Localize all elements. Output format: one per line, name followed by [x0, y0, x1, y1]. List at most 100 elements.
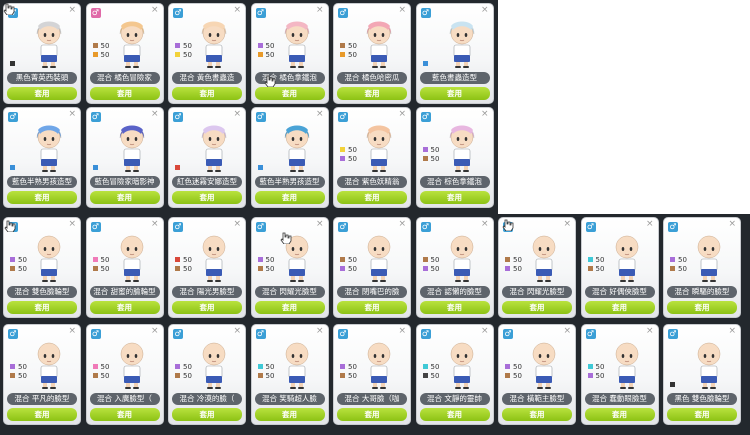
item-card[interactable]: ♂ × 50 50 混合 棕色拿鐵泡 套用: [415, 107, 494, 208]
item-card[interactable]: ♂ × 50 50 混合 黃色書蟲造 套用: [168, 3, 246, 104]
item-card[interactable]: ♂ × 藍色半熟男孩造型 套用: [250, 107, 329, 208]
close-icon[interactable]: ×: [316, 5, 324, 15]
close-icon[interactable]: ×: [728, 219, 736, 229]
apply-button[interactable]: 套用: [419, 408, 490, 421]
close-icon[interactable]: ×: [563, 219, 571, 229]
close-icon[interactable]: ×: [398, 109, 406, 119]
item-card[interactable]: ♂ × 50 50 混合 瞬驅的臉型 套用: [663, 217, 741, 318]
apply-button[interactable]: 套用: [254, 408, 325, 421]
apply-button[interactable]: 套用: [502, 301, 572, 314]
close-icon[interactable]: ×: [316, 326, 324, 336]
apply-button[interactable]: 套用: [584, 408, 655, 421]
close-icon[interactable]: ×: [151, 326, 159, 336]
close-icon[interactable]: ×: [728, 326, 736, 336]
avatar: [36, 21, 62, 68]
item-card[interactable]: ♂ × 黑色 雙色臉輪型 套用: [663, 324, 741, 425]
close-icon[interactable]: ×: [563, 326, 571, 336]
close-icon[interactable]: ×: [233, 219, 241, 229]
item-card[interactable]: ♂ × 50 50 混合 入廣臉型（ 套用: [85, 324, 164, 425]
apply-button[interactable]: 套用: [7, 191, 77, 204]
close-icon[interactable]: ×: [481, 326, 489, 336]
close-icon[interactable]: ×: [68, 109, 76, 119]
close-icon[interactable]: ×: [68, 5, 76, 15]
apply-button[interactable]: 套用: [667, 408, 737, 421]
item-card[interactable]: ♂ × 藍色冒險家暗影神 套用: [85, 107, 164, 208]
close-icon[interactable]: ×: [68, 219, 76, 229]
close-icon[interactable]: ×: [646, 326, 654, 336]
close-icon[interactable]: ×: [233, 326, 241, 336]
apply-button[interactable]: 套用: [337, 301, 407, 314]
item-card[interactable]: ♂ × 50 50 混合 好偶俠臉型 套用: [580, 217, 659, 318]
item-card[interactable]: ♂ × 50 50 混合 笑騎超人臉 套用: [250, 324, 329, 425]
item-card[interactable]: ♂ × 50 50 混合 紫色妖精翁 套用: [333, 107, 411, 208]
item-card[interactable]: ♂×5050混合 閃耀光臉型套用: [498, 217, 576, 318]
shoe: [215, 280, 221, 282]
apply-button[interactable]: 套用: [254, 191, 325, 204]
apply-button[interactable]: 套用: [89, 408, 160, 421]
apply-button[interactable]: 套用: [419, 301, 490, 314]
apply-button[interactable]: 套用: [254, 87, 325, 100]
item-card[interactable]: ♂ × 50 50 混合 橫範主臉型 套用: [498, 324, 576, 425]
apply-button[interactable]: 套用: [337, 408, 407, 421]
item-card[interactable]: ♂ × 50 50 混合 大哥臉（咖 套用: [333, 324, 411, 425]
apply-button[interactable]: 套用: [502, 408, 572, 421]
gender-icon: ♂: [255, 329, 266, 339]
apply-button[interactable]: 套用: [89, 87, 160, 100]
apply-button[interactable]: 套用: [254, 301, 325, 314]
close-icon[interactable]: ×: [398, 326, 406, 336]
apply-button[interactable]: 套用: [337, 191, 407, 204]
item-card[interactable]: ♂ × 藍色半熟男孩造型 套用: [3, 107, 81, 208]
apply-button[interactable]: 套用: [7, 408, 77, 421]
close-icon[interactable]: ×: [316, 219, 324, 229]
swatch-color: [257, 373, 263, 378]
apply-button[interactable]: 套用: [89, 301, 160, 314]
swatch-value: 50: [348, 372, 357, 380]
apply-button[interactable]: 套用: [584, 301, 655, 314]
close-icon[interactable]: ×: [151, 109, 159, 119]
shoe: [42, 280, 48, 282]
item-card[interactable]: ♂ × 50 50 混合 認懶的臉型 套用: [415, 217, 494, 318]
item-card[interactable]: ♂ × 50 50 混合 橘色冒險家 套用: [85, 3, 164, 104]
apply-button[interactable]: 套用: [419, 87, 490, 100]
close-icon[interactable]: ×: [481, 219, 489, 229]
close-icon[interactable]: ×: [481, 109, 489, 119]
item-card[interactable]: ♂ × 50 50 混合 蠢動眼臉型 套用: [580, 324, 659, 425]
close-icon[interactable]: ×: [151, 5, 159, 15]
swatch-value: 50: [595, 256, 605, 264]
close-icon[interactable]: ×: [68, 326, 76, 336]
apply-button[interactable]: 套用: [7, 301, 77, 314]
close-icon[interactable]: ×: [481, 5, 489, 15]
swatch: 50: [340, 363, 357, 372]
apply-button[interactable]: 套用: [667, 301, 737, 314]
shoe: [627, 280, 634, 282]
close-icon[interactable]: ×: [316, 109, 324, 119]
item-card[interactable]: ♂×5050混合 雙色臉輪型套用: [3, 217, 81, 318]
swatch: 50: [92, 265, 109, 274]
apply-button[interactable]: 套用: [89, 191, 160, 204]
item-card[interactable]: ♂ × 50 50 混合 文靜的靈帥 套用: [415, 324, 494, 425]
item-card[interactable]: ♂ × 紅色迷霧安娜造型 套用: [168, 107, 246, 208]
close-icon[interactable]: ×: [233, 5, 241, 15]
swatch-color: [257, 165, 263, 170]
apply-button[interactable]: 套用: [172, 191, 242, 204]
item-card[interactable]: ♂ × 50 50 混合 橘色哈密瓜 套用: [333, 3, 411, 104]
apply-button[interactable]: 套用: [7, 87, 77, 100]
apply-button[interactable]: 套用: [337, 87, 407, 100]
apply-button[interactable]: 套用: [419, 191, 490, 204]
close-icon[interactable]: ×: [398, 5, 406, 15]
item-card[interactable]: ♂ × 50 50 混合 甜蜜的臉輪型 套用: [85, 217, 164, 318]
close-icon[interactable]: ×: [398, 219, 406, 229]
item-card[interactable]: ♂×黑色菁英西裝頭套用: [3, 3, 81, 104]
item-card[interactable]: ♂ × 50 50 混合 平凡的臉型 套用: [3, 324, 81, 425]
item-card[interactable]: ♂ × 藍色書蟲造型 套用: [415, 3, 494, 104]
close-icon[interactable]: ×: [646, 219, 654, 229]
item-card[interactable]: ♂ × 50 50 混合 閉嘴巴的臉 套用: [333, 217, 411, 318]
close-icon[interactable]: ×: [151, 219, 159, 229]
apply-button[interactable]: 套用: [172, 408, 242, 421]
item-card[interactable]: ♂ × 50 50 混合 陽光男臉型 套用: [168, 217, 246, 318]
apply-button[interactable]: 套用: [172, 87, 242, 100]
close-icon[interactable]: ×: [233, 109, 241, 119]
item-card[interactable]: ♂ × 50 50 混合 冷漠的臉（ 套用: [168, 324, 246, 425]
apply-button[interactable]: 套用: [172, 301, 242, 314]
item-card[interactable]: ♂ × 50 50 混合 橘色拿鐵泡 套用: [250, 3, 329, 104]
